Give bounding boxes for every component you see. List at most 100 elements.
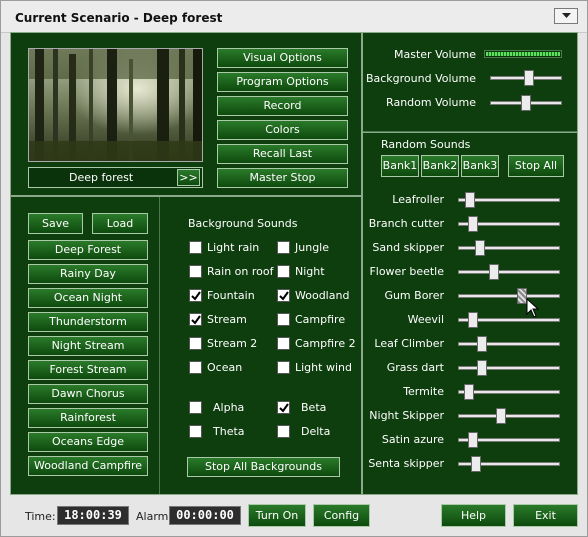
random-sound-label: Weevil [407, 313, 444, 326]
random-sound-slider[interactable] [471, 456, 481, 472]
alarm-display[interactable]: 00:00:00 [169, 506, 241, 525]
stop-all-backgrounds-button[interactable]: Stop All Backgrounds [187, 457, 340, 477]
checkbox-fountain[interactable] [189, 289, 202, 302]
option-button-recall-last[interactable]: Recall Last [217, 144, 348, 164]
checkbox-label-jungle: Jungle [295, 241, 329, 254]
checkbox-stream[interactable] [189, 313, 202, 326]
checkbox-label-light-rain: Light rain [207, 241, 260, 254]
config-button[interactable]: Config [313, 504, 370, 527]
random-volume-slider[interactable] [521, 95, 531, 111]
checkbox-label-delta: Delta [301, 425, 331, 438]
random-sound-label: Sand skipper [372, 241, 444, 254]
preset-button[interactable]: Rainy Day [28, 264, 148, 284]
bank-button-3[interactable]: Bank3 [461, 155, 499, 177]
checkbox-stream-2[interactable] [189, 337, 202, 350]
random-sound-slider[interactable] [496, 408, 506, 424]
master-volume-label: Master Volume [394, 48, 476, 61]
preset-button[interactable]: Thunderstorm [28, 312, 148, 332]
checkbox-rain-on-roof[interactable] [189, 265, 202, 278]
random-stop-all-button[interactable]: Stop All [508, 155, 564, 177]
random-sound-slider[interactable] [468, 216, 478, 232]
alarm-label: Alarm: [136, 510, 173, 523]
random-sound-track[interactable] [458, 366, 560, 370]
checkmark-icon [191, 315, 201, 325]
checkbox-light-wind[interactable] [277, 361, 290, 374]
checkbox-label-stream: Stream [207, 313, 247, 326]
random-sounds-panel: Random Sounds Bank1 Bank2 Bank3 Stop All L… [362, 132, 578, 495]
volume-panel: Master Volume Background Volume Random V… [362, 32, 578, 132]
panel-divider [159, 197, 160, 494]
random-sound-label: Leaf Climber [374, 337, 444, 350]
checkbox-label-woodland: Woodland [295, 289, 350, 302]
checkbox-delta[interactable] [277, 425, 290, 438]
checkbox-label-night: Night [295, 265, 325, 278]
background-sounds-heading: Background Sounds [188, 217, 298, 230]
preset-button[interactable]: Ocean Night [28, 288, 148, 308]
random-sound-slider[interactable] [475, 240, 485, 256]
time-display: 18:00:39 [57, 506, 129, 525]
checkbox-label-alpha: Alpha [213, 401, 245, 414]
window-menu-button[interactable] [554, 8, 578, 24]
master-volume-meter[interactable] [484, 50, 562, 58]
checkbox-night[interactable] [277, 265, 290, 278]
random-sound-slider[interactable] [465, 192, 475, 208]
checkbox-light-rain[interactable] [189, 241, 202, 254]
checkbox-label-fountain: Fountain [207, 289, 255, 302]
preset-button[interactable]: Woodland Campfire [28, 456, 148, 476]
bank-button-2[interactable]: Bank2 [421, 155, 459, 177]
random-sound-track[interactable] [458, 342, 560, 346]
option-button-program-options[interactable]: Program Options [217, 72, 348, 92]
background-volume-slider[interactable] [524, 70, 534, 86]
mouse-cursor-icon [526, 298, 540, 318]
checkbox-campfire[interactable] [277, 313, 290, 326]
preset-button[interactable]: Forest Stream [28, 360, 148, 380]
option-button-colors[interactable]: Colors [217, 120, 348, 140]
window-title: Current Scenario - Deep forest [15, 11, 223, 25]
next-scene-button[interactable]: >> [177, 169, 200, 186]
random-sound-slider[interactable] [468, 432, 478, 448]
preset-button[interactable]: Deep Forest [28, 240, 148, 260]
option-button-master-stop[interactable]: Master Stop [217, 168, 348, 188]
checkbox-label-rain-on-roof: Rain on roof [207, 265, 274, 278]
preset-button[interactable]: Rainforest [28, 408, 148, 428]
help-button[interactable]: Help [441, 504, 506, 527]
random-sound-label: Gum Borer [384, 289, 444, 302]
bank-button-1[interactable]: Bank1 [381, 155, 419, 177]
preset-button[interactable]: Dawn Chorus [28, 384, 148, 404]
checkbox-jungle[interactable] [277, 241, 290, 254]
random-sound-label: Termite [403, 385, 444, 398]
save-button[interactable]: Save [28, 213, 83, 234]
random-sound-slider[interactable] [468, 312, 478, 328]
sounds-panel: Save Load Deep Forest Rainy Day Ocean Nigh… [10, 196, 362, 495]
random-sound-track[interactable] [458, 270, 560, 274]
checkbox-label-stream-2: Stream 2 [207, 337, 258, 350]
random-sound-track[interactable] [458, 414, 560, 418]
checkbox-label-ocean: Ocean [207, 361, 243, 374]
random-volume-label: Random Volume [386, 96, 476, 109]
random-sound-slider[interactable] [477, 336, 487, 352]
random-sound-track[interactable] [458, 246, 560, 250]
option-button-visual-options[interactable]: Visual Options [217, 48, 348, 68]
random-sound-slider[interactable] [489, 264, 499, 280]
checkbox-ocean[interactable] [189, 361, 202, 374]
load-button[interactable]: Load [92, 213, 148, 234]
preset-button[interactable]: Night Stream [28, 336, 148, 356]
checkbox-beta[interactable] [277, 401, 290, 414]
random-sound-slider[interactable] [464, 384, 474, 400]
chevron-down-icon [562, 13, 571, 18]
checkbox-campfire-2[interactable] [277, 337, 290, 350]
exit-button[interactable]: Exit [513, 504, 578, 527]
checkbox-label-campfire-2: Campfire 2 [295, 337, 356, 350]
checkbox-woodland[interactable] [277, 289, 290, 302]
random-sound-track[interactable] [458, 294, 560, 298]
checkbox-alpha[interactable] [189, 401, 202, 414]
option-button-record[interactable]: Record [217, 96, 348, 116]
preset-button[interactable]: Oceans Edge [28, 432, 148, 452]
random-sound-slider[interactable] [477, 360, 487, 376]
turn-on-button[interactable]: Turn On [248, 504, 306, 527]
checkbox-label-theta: Theta [213, 425, 245, 438]
checkmark-icon [191, 291, 201, 301]
random-sound-label: Branch cutter [368, 217, 444, 230]
random-sound-label: Flower beetle [369, 265, 444, 278]
checkbox-theta[interactable] [189, 425, 202, 438]
